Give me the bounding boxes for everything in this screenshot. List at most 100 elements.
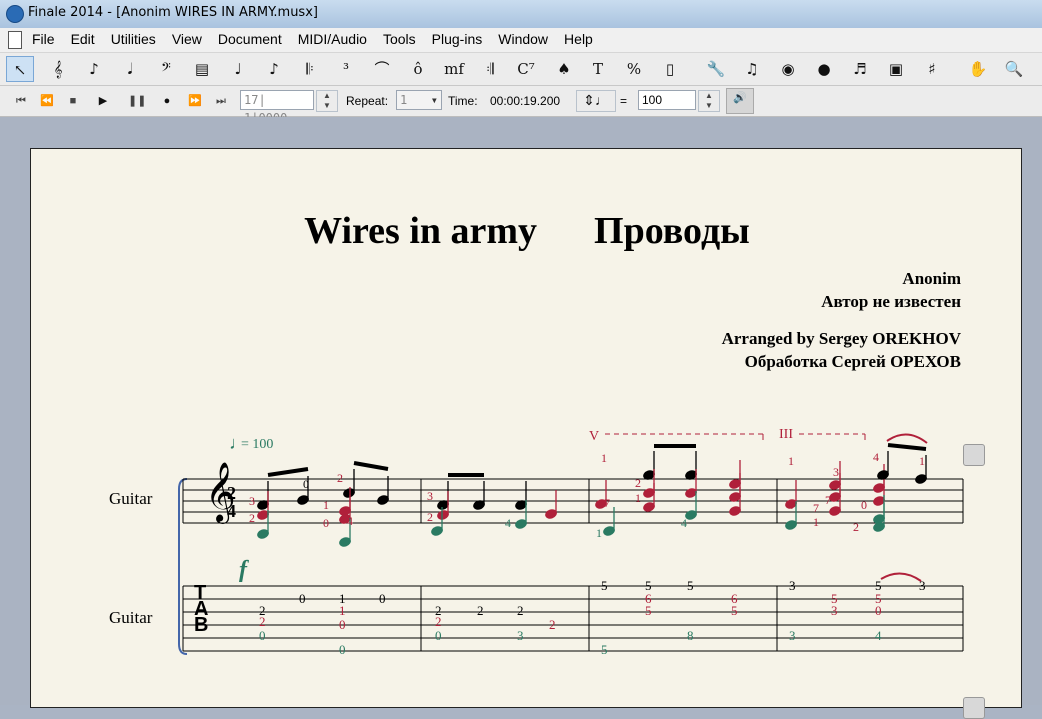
repeat-tool-icon[interactable]: 𝄆	[296, 56, 324, 82]
finger-number[interactable]: 7	[825, 493, 831, 507]
lyrics-tool-icon[interactable]: ♠	[550, 56, 578, 82]
measure-stepper-icon[interactable]: ▲ ▼	[316, 90, 338, 112]
finger-number[interactable]: 1	[601, 451, 607, 465]
tab-number[interactable]: 5	[687, 578, 694, 593]
rewind-start-icon[interactable]: ⏮	[12, 92, 30, 110]
finger-number[interactable]: 2	[853, 520, 859, 534]
finger-number[interactable]: 7	[813, 501, 819, 515]
tempo-field[interactable]: 100	[638, 90, 696, 110]
tab-number[interactable]: 8	[687, 628, 694, 643]
zoom-tool-icon[interactable]: 🔍	[1000, 56, 1028, 82]
finger-number[interactable]: 4	[873, 450, 879, 464]
tab-number[interactable]: 0	[435, 628, 442, 643]
menu-item-window[interactable]: Window	[490, 31, 556, 47]
finger-number[interactable]: 2	[427, 510, 433, 524]
measure-counter-field[interactable]: 17| 1|0000	[240, 90, 314, 125]
finger-number[interactable]: 3	[427, 489, 433, 503]
tab-number[interactable]: 1	[339, 603, 346, 618]
chord-tool-icon[interactable]: C⁷	[512, 56, 540, 82]
resize-tool-icon[interactable]: %	[620, 56, 648, 82]
tab-number[interactable]: 5	[645, 603, 652, 618]
expression-tool-icon[interactable]: mf	[440, 56, 468, 82]
play-icon[interactable]: ▶	[94, 92, 112, 110]
menu-item-utilities[interactable]: Utilities	[103, 31, 164, 47]
pause-icon[interactable]: ❚❚	[128, 92, 146, 110]
mirror-tool-icon[interactable]: ◉	[774, 56, 802, 82]
rewind-icon[interactable]: ⏪	[38, 92, 56, 110]
menu-item-view[interactable]: View	[164, 31, 210, 47]
finger-number[interactable]: 4	[681, 516, 687, 530]
menu-item-file[interactable]: File	[24, 31, 63, 47]
tempo-stepper-icon[interactable]: ▲ ▼	[698, 90, 720, 112]
tab-number[interactable]: 5	[731, 603, 738, 618]
clef-tool-icon[interactable]: 𝄢	[152, 56, 180, 82]
finger-number[interactable]: 0	[303, 477, 309, 491]
music-notation[interactable]: 𝄞 2 4 TAB 0 232 41032 41217174137174 1020 1 02…	[31, 149, 1023, 709]
finger-number[interactable]: 2	[249, 511, 255, 525]
finger-number[interactable]: 1	[788, 454, 794, 468]
tab-number[interactable]: 3	[517, 628, 524, 643]
tab-number[interactable]: 4	[875, 628, 882, 643]
page-layout-tool-icon[interactable]: ▯	[656, 56, 684, 82]
finger-number[interactable]: 1	[919, 454, 925, 468]
finger-number[interactable]: 3	[833, 465, 839, 479]
dynamic-marking[interactable]: f	[239, 557, 249, 583]
tab-number[interactable]: 0	[259, 628, 266, 643]
hand-grabber-tool-icon[interactable]: ✋	[964, 56, 992, 82]
finale-app-icon[interactable]	[6, 5, 24, 23]
menu-item-midi-audio[interactable]: MIDI/Audio	[290, 31, 375, 47]
chevron-down-icon[interactable]: ▾	[431, 91, 438, 109]
selection-tool-icon[interactable]: ↖	[6, 56, 34, 82]
finger-number[interactable]: 4	[347, 514, 353, 528]
measure-tool-icon[interactable]: ▤	[188, 56, 216, 82]
tab-number[interactable]: 0	[299, 591, 306, 606]
finger-number[interactable]: 1	[596, 526, 602, 540]
simple-entry-tool-icon[interactable]: ♪	[80, 56, 108, 82]
repeat-bar-tool-icon[interactable]: 𝄇	[476, 56, 504, 82]
hyperscribe-tool-icon[interactable]: ▣	[882, 56, 910, 82]
menu-item-tools[interactable]: Tools	[375, 31, 424, 47]
finger-number[interactable]: 3	[249, 494, 255, 508]
record-icon[interactable]: ●	[158, 92, 176, 110]
position-v[interactable]: V	[589, 429, 599, 444]
ossia-tool-icon[interactable]: ●	[810, 56, 838, 82]
menu-item-help[interactable]: Help	[556, 31, 601, 47]
document-icon[interactable]	[8, 31, 22, 49]
tempo-note-icon[interactable]: ⇕♩	[576, 90, 616, 112]
finger-number[interactable]: 0	[323, 516, 329, 530]
menu-item-edit[interactable]: Edit	[63, 31, 103, 47]
text-tool-icon[interactable]: T	[584, 56, 612, 82]
finger-number[interactable]: 0	[861, 498, 867, 512]
tab-number[interactable]: 3	[789, 578, 796, 593]
tab-number[interactable]: 3	[831, 603, 838, 618]
midi-tool-icon[interactable]: ♫	[738, 56, 766, 82]
speaker-icon[interactable]: 🔊	[726, 88, 754, 114]
menu-item-document[interactable]: Document	[210, 31, 290, 47]
finger-number[interactable]: 1	[323, 498, 329, 512]
finger-number[interactable]: 7	[790, 498, 796, 512]
stop-icon[interactable]: ■	[64, 92, 82, 110]
smart-shape-tool-icon[interactable]: ⌒	[368, 56, 396, 82]
forward-end-icon[interactable]: ⏭	[212, 92, 230, 110]
tab-number[interactable]: 2	[549, 617, 556, 632]
staff-tool-icon[interactable]: 𝄞	[44, 56, 72, 82]
tab-number[interactable]: 5	[601, 642, 608, 657]
tab-number[interactable]: 3	[789, 628, 796, 643]
finger-number[interactable]: 2	[337, 471, 343, 485]
finger-number[interactable]: 1	[813, 515, 819, 529]
tab-number[interactable]: 0	[875, 603, 882, 618]
tuplet-tool-icon[interactable]: ³	[332, 56, 360, 82]
tab-number[interactable]: 2	[435, 614, 442, 629]
tempo-marking[interactable]: = 100	[241, 437, 273, 452]
repeat-select[interactable]: 1 ▾	[396, 90, 442, 110]
note-tool-icon[interactable]: ♩	[224, 56, 252, 82]
finger-number[interactable]: 1	[635, 491, 641, 505]
graphics-tool-icon[interactable]: ♬	[846, 56, 874, 82]
tab-number[interactable]: 2	[477, 603, 484, 618]
vertical-scrollbar[interactable]	[1023, 117, 1042, 705]
tab-number[interactable]: 0	[379, 591, 386, 606]
tab-number[interactable]: 0	[339, 642, 346, 657]
tempo-tool-icon[interactable]: ♯	[918, 56, 946, 82]
articulation-tool-2-icon[interactable]: ô	[404, 56, 432, 82]
finger-number[interactable]: 4	[505, 516, 511, 530]
